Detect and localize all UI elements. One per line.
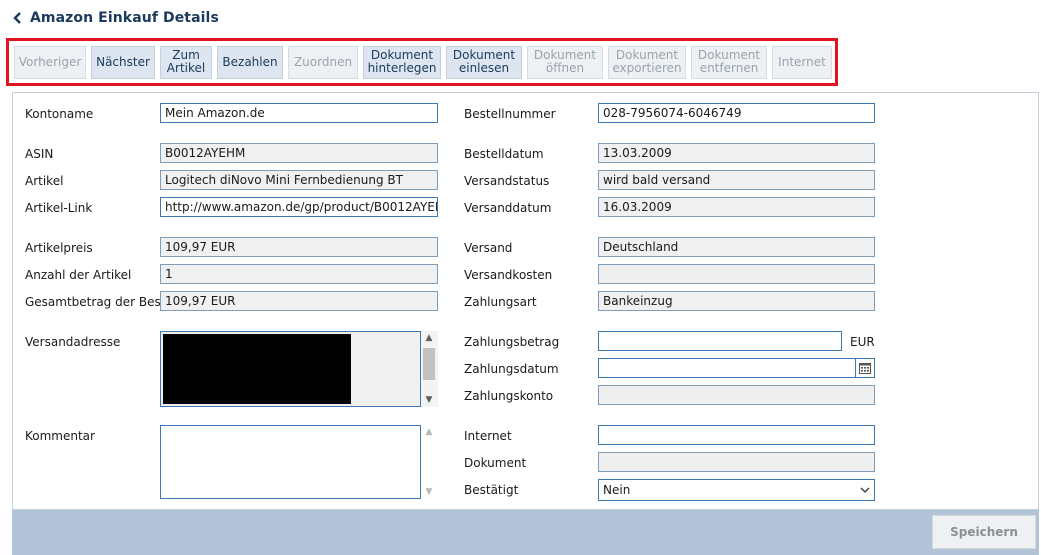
asin-field[interactable]: B0012AYEHM bbox=[160, 143, 438, 163]
bestelldatum-label: Bestelldatum bbox=[464, 147, 544, 161]
scroll-up-icon[interactable]: ▲ bbox=[421, 425, 437, 439]
internet-field[interactable] bbox=[598, 425, 875, 445]
kontoname-label: Kontoname bbox=[25, 107, 94, 121]
versandstatus-field[interactable]: wird bald versand bbox=[598, 170, 875, 190]
pay-button[interactable]: Bezahlen bbox=[217, 45, 283, 79]
open-document-button[interactable]: Dokument öffnen bbox=[527, 45, 603, 79]
zahlungsart-field[interactable]: Bankeinzug bbox=[598, 291, 875, 311]
kommentar-scrollbar[interactable]: ▲ ▼ bbox=[421, 425, 438, 499]
anzahl-field[interactable]: 1 bbox=[160, 264, 438, 284]
versandadresse-field[interactable] bbox=[160, 331, 421, 407]
chevron-down-icon bbox=[860, 480, 870, 500]
scroll-thumb[interactable] bbox=[423, 348, 435, 380]
scroll-down-icon[interactable]: ▼ bbox=[421, 485, 437, 499]
artikelpreis-field[interactable]: 109,97 EUR bbox=[160, 237, 438, 257]
dokument-field[interactable] bbox=[598, 452, 875, 472]
internet-button[interactable]: Internet bbox=[772, 45, 832, 79]
versandkosten-field[interactable] bbox=[598, 264, 875, 284]
footer-bar: Speichern bbox=[12, 510, 1039, 555]
dokument-label: Dokument bbox=[464, 456, 527, 470]
details-form: Kontoname ASIN Artikel Artikel-Link Arti… bbox=[12, 92, 1039, 510]
zahlungsdatum-label: Zahlungsdatum bbox=[464, 362, 559, 376]
bestaetigt-label: Bestätigt bbox=[464, 483, 519, 497]
artikel-field[interactable]: Logitech diNovo Mini Fernbedienung BT bbox=[160, 170, 438, 190]
versandadresse-label: Versandadresse bbox=[25, 335, 121, 349]
scroll-up-icon[interactable]: ▲ bbox=[421, 331, 437, 345]
gesamtbetrag-label: Gesamtbetrag der Best. bbox=[25, 295, 170, 309]
chevron-left-icon[interactable] bbox=[10, 10, 26, 26]
internet-label: Internet bbox=[464, 429, 512, 443]
page-title: Amazon Einkauf Details bbox=[30, 10, 219, 26]
kommentar-label: Kommentar bbox=[25, 429, 95, 443]
bestellnummer-field[interactable]: 028-7956074-6046749 bbox=[598, 103, 875, 123]
artikelpreis-label: Artikelpreis bbox=[25, 241, 93, 255]
kommentar-field[interactable] bbox=[160, 425, 421, 499]
versandstatus-label: Versandstatus bbox=[464, 174, 550, 188]
header: Amazon Einkauf Details bbox=[10, 8, 219, 28]
bestellnummer-label: Bestellnummer bbox=[464, 107, 556, 121]
zahlungskonto-field[interactable] bbox=[598, 385, 875, 405]
zahlungsbetrag-field[interactable] bbox=[598, 331, 842, 351]
zahlungsart-label: Zahlungsart bbox=[464, 295, 537, 309]
deposit-document-button[interactable]: Dokument hinterlegen bbox=[363, 45, 441, 79]
redacted-address-block bbox=[163, 334, 351, 404]
to-article-button[interactable]: Zum Artikel bbox=[160, 45, 212, 79]
versandadresse-scrollbar[interactable]: ▲ ▼ bbox=[421, 331, 438, 407]
gesamtbetrag-field[interactable]: 109,97 EUR bbox=[160, 291, 438, 311]
scan-document-button[interactable]: Dokument einlesen bbox=[446, 45, 522, 79]
asin-label: ASIN bbox=[25, 147, 54, 161]
remove-document-button[interactable]: Dokument entfernen bbox=[691, 45, 767, 79]
assign-button[interactable]: Zuordnen bbox=[288, 45, 358, 79]
currency-unit: EUR bbox=[850, 335, 875, 349]
anzahl-label: Anzahl der Artikel bbox=[25, 268, 132, 282]
save-button[interactable]: Speichern bbox=[932, 515, 1036, 549]
scroll-down-icon[interactable]: ▼ bbox=[421, 393, 437, 407]
bestelldatum-field[interactable]: 13.03.2009 bbox=[598, 143, 875, 163]
versanddatum-label: Versanddatum bbox=[464, 201, 552, 215]
calendar-icon[interactable] bbox=[855, 358, 875, 378]
export-document-button[interactable]: Dokument exportieren bbox=[608, 45, 686, 79]
artikel-link-field[interactable]: http://www.amazon.de/gp/product/B0012AYE… bbox=[160, 197, 438, 217]
zahlungsbetrag-label: Zahlungsbetrag bbox=[464, 335, 560, 349]
bestaetigt-value: Nein bbox=[603, 483, 631, 497]
kontoname-field[interactable]: Mein Amazon.de bbox=[160, 103, 438, 123]
next-button[interactable]: Nächster bbox=[91, 45, 155, 79]
versanddatum-field[interactable]: 16.03.2009 bbox=[598, 197, 875, 217]
bestaetigt-select[interactable]: Nein bbox=[598, 479, 875, 501]
artikel-link-label: Artikel-Link bbox=[25, 201, 93, 215]
zahlungsdatum-field[interactable] bbox=[598, 358, 856, 378]
previous-button[interactable]: Vorheriger bbox=[14, 45, 86, 79]
zahlungskonto-label: Zahlungskonto bbox=[464, 389, 554, 403]
toolbar: Vorheriger Nächster Zum Artikel Bezahlen… bbox=[6, 38, 838, 86]
versand-label: Versand bbox=[464, 241, 513, 255]
versandkosten-label: Versandkosten bbox=[464, 268, 553, 282]
artikel-label: Artikel bbox=[25, 174, 64, 188]
versand-field[interactable]: Deutschland bbox=[598, 237, 875, 257]
